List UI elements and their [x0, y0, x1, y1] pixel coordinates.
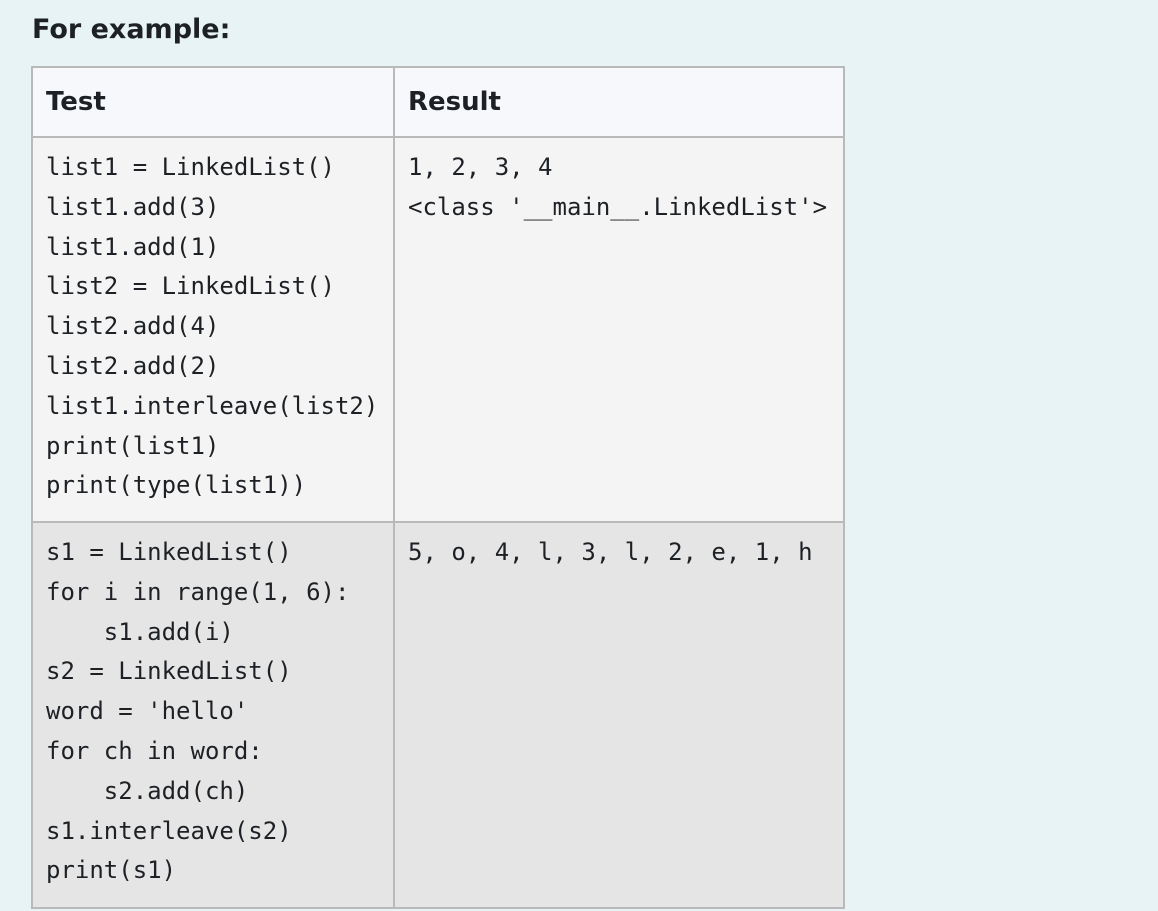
table-header-row: Test Result — [31, 66, 845, 138]
column-header-result: Result — [393, 66, 845, 138]
column-header-test: Test — [31, 66, 395, 138]
section-heading: For example: — [32, 14, 231, 45]
test-cell: s1 = LinkedList() for i in range(1, 6): … — [31, 521, 395, 909]
table-row: list1 = LinkedList() list1.add(3) list1.… — [31, 136, 845, 523]
test-code: list1 = LinkedList() list1.add(3) list1.… — [46, 153, 379, 500]
table-row: s1 = LinkedList() for i in range(1, 6): … — [31, 521, 845, 909]
test-cell: list1 = LinkedList() list1.add(3) list1.… — [31, 136, 395, 523]
result-output: 5, o, 4, l, 3, l, 2, e, 1, h — [408, 538, 813, 566]
test-code: s1 = LinkedList() for i in range(1, 6): … — [46, 538, 350, 885]
examples-table: Test Result list1 = LinkedList() list1.a… — [31, 66, 845, 909]
result-cell: 1, 2, 3, 4 <class '__main__.LinkedList'> — [393, 136, 845, 523]
result-cell: 5, o, 4, l, 3, l, 2, e, 1, h — [393, 521, 845, 909]
result-output: 1, 2, 3, 4 <class '__main__.LinkedList'> — [408, 153, 828, 221]
